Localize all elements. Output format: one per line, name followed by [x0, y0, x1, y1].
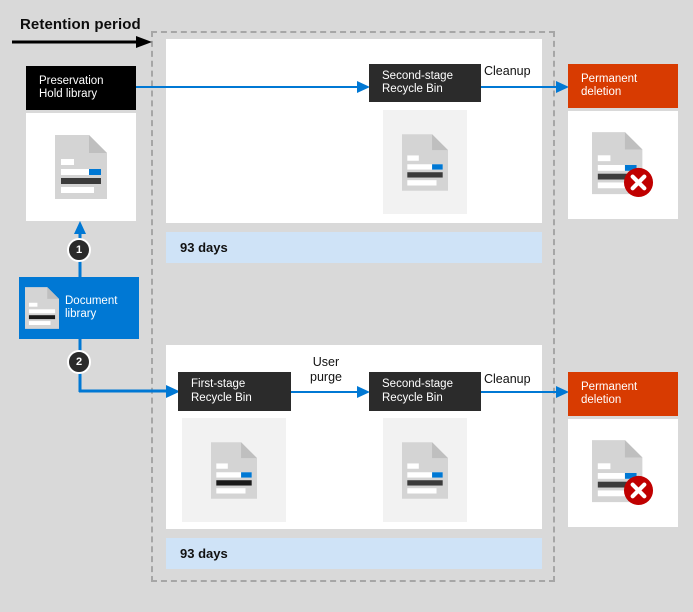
- top-second-stage-recycle-bin-box[interactable]: Second-stage Recycle Bin: [369, 64, 481, 102]
- top-second-stage-label-line1: Second-stage: [382, 69, 453, 82]
- retention-period-title: Retention period: [20, 16, 141, 33]
- top-duration-label: 93 days: [180, 240, 228, 255]
- top-second-stage-label-line2: Recycle Bin: [382, 83, 443, 95]
- top-second-stage-thumbnail: [383, 110, 467, 214]
- top-cleanup-label: Cleanup: [484, 64, 531, 78]
- top-permanent-deletion-label-line1: Permanent: [581, 72, 638, 85]
- bottom-permanent-deletion-box[interactable]: Permanent deletion: [568, 372, 678, 416]
- step-badge-1: 1: [67, 238, 91, 262]
- bottom-second-stage-thumbnail: [383, 418, 467, 522]
- top-duration-bar: 93 days: [166, 232, 542, 263]
- document-icon: [25, 287, 59, 329]
- document-library-box[interactable]: Document library: [19, 277, 139, 339]
- top-permanent-deletion-box[interactable]: Permanent deletion: [568, 64, 678, 108]
- bottom-duration-label: 93 days: [180, 546, 228, 561]
- document-deleted-icon: [592, 440, 654, 505]
- preservation-hold-library-thumbnail: [26, 113, 136, 221]
- first-stage-label-line2: Recycle Bin: [191, 391, 252, 404]
- diagram-canvas: Retention period Preservation Hold libra: [0, 0, 693, 612]
- step-badge-2: 2: [67, 350, 91, 374]
- top-permanent-deletion-thumbnail: [568, 111, 678, 219]
- bottom-permanent-deletion-label-line2: deletion: [581, 394, 622, 406]
- bottom-duration-bar: 93 days: [166, 538, 542, 569]
- user-purge-label: User purge: [310, 355, 342, 385]
- preservation-hold-library-box[interactable]: Preservation Hold library: [26, 66, 136, 110]
- bottom-second-stage-recycle-bin-box[interactable]: Second-stage Recycle Bin: [369, 372, 481, 411]
- first-stage-thumbnail: [182, 418, 286, 522]
- document-library-label-line1: Document: [65, 294, 118, 307]
- bottom-permanent-deletion-thumbnail: [568, 419, 678, 527]
- document-deleted-icon: [592, 132, 654, 197]
- retention-period-arrow-icon: [12, 36, 152, 48]
- first-stage-recycle-bin-box[interactable]: First-stage Recycle Bin: [178, 372, 291, 411]
- bottom-second-stage-label-line2: Recycle Bin: [382, 391, 443, 404]
- step-badge-1-number: 1: [75, 244, 83, 256]
- bottom-cleanup-label: Cleanup: [484, 372, 531, 386]
- document-icon: [402, 133, 448, 191]
- document-icon: [211, 441, 257, 499]
- preservation-hold-library-label-line1: Preservation: [39, 74, 104, 87]
- user-purge-label-line2: purge: [310, 370, 342, 384]
- step-badge-2-number: 2: [75, 356, 83, 368]
- document-icon: [402, 441, 448, 499]
- document-library-label-line2: library: [65, 308, 97, 320]
- top-permanent-deletion-label-line2: deletion: [581, 86, 622, 98]
- preservation-hold-library-label-line2: Hold library: [39, 88, 98, 100]
- first-stage-label-line1: First-stage: [191, 378, 246, 390]
- document-icon: [55, 135, 107, 199]
- user-purge-label-line1: User: [312, 355, 340, 369]
- bottom-second-stage-label-line1: Second-stage: [382, 378, 453, 390]
- bottom-permanent-deletion-label-line1: Permanent: [581, 380, 638, 393]
